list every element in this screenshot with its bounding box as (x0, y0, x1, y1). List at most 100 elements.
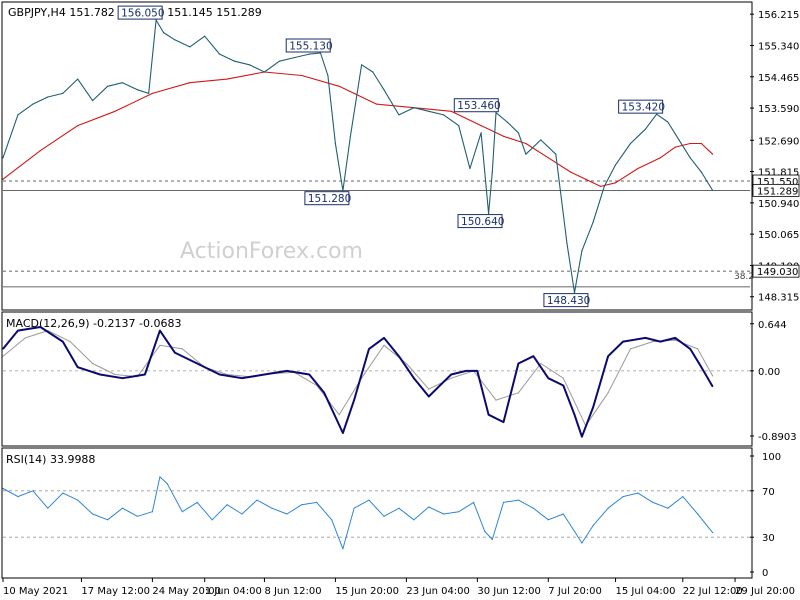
price-point (174, 39, 176, 41)
price-point (308, 53, 310, 55)
moving-average-point (301, 74, 303, 77)
macd-y-tick-label: 0.00 (758, 367, 780, 378)
rsi-point (107, 519, 109, 521)
price-point (17, 114, 19, 116)
price-point (667, 121, 669, 123)
macd-main-point (476, 370, 478, 372)
macd-main-point (398, 355, 400, 357)
macd-signal-point (495, 399, 497, 401)
moving-average-point (77, 125, 79, 127)
price-point (136, 89, 139, 91)
price-point (47, 96, 49, 98)
macd-signal-point (24, 337, 26, 339)
macd-signal-point (114, 373, 116, 376)
price-level-badge-label: 151.289 (757, 186, 798, 197)
rsi-point (667, 507, 669, 509)
macd-main-point (547, 377, 549, 379)
time-tick-label: 7 Jul 20:00 (548, 586, 602, 597)
price-point (278, 60, 280, 62)
macd-signal-point (450, 377, 452, 379)
rsi-point (136, 515, 139, 517)
macd-signal-point (181, 348, 183, 350)
macd-main-point (517, 362, 520, 365)
macd-signal-point (540, 362, 542, 365)
price-point (219, 53, 221, 55)
price-y-tick-label: 150.065 (758, 230, 799, 241)
macd-signal-point (383, 344, 385, 346)
macd-signal-point (712, 375, 714, 377)
rsi-point (607, 507, 609, 509)
price-annotation-label: 155.130 (289, 40, 332, 52)
rsi-point (211, 519, 213, 521)
rsi-point (62, 492, 64, 494)
time-tick-label: 1 Jun 04:00 (205, 586, 262, 597)
macd-signal-point (92, 362, 94, 365)
moving-average-point (353, 92, 355, 94)
price-point (656, 113, 658, 115)
time-tick-label: 15 Jul 04:00 (616, 586, 676, 597)
macd-main-point (323, 392, 325, 394)
price-point (398, 114, 400, 116)
price-point (319, 52, 322, 54)
fib-level-note: 38.2 (734, 272, 754, 282)
rsi-point (316, 501, 318, 503)
rsi-point (383, 515, 385, 517)
price-point (413, 107, 415, 109)
macd-panel: MACD(12,26,9) -0.2137 -0.0683 0.6440.00-… (1, 311, 797, 447)
rsi-point (196, 501, 198, 503)
macd-main-point (353, 399, 355, 401)
rsi-point (473, 501, 475, 503)
moving-average-point (450, 110, 452, 112)
macd-signal-point (652, 341, 654, 343)
price-annotation-label: 150.640 (461, 216, 504, 228)
price-point (293, 57, 295, 59)
rsi-point (581, 542, 583, 544)
price-point (581, 250, 583, 252)
macd-signal-point (607, 392, 609, 394)
rsi-panel-frame (1, 447, 753, 579)
price-point (361, 64, 363, 66)
rsi-point (17, 496, 19, 498)
price-panel-frame (1, 1, 753, 311)
price-point (428, 110, 430, 112)
macd-y-tick-label: 0.644 (758, 320, 787, 331)
price-point (204, 35, 206, 37)
macd-main-point (144, 373, 146, 376)
rsi-point (622, 496, 624, 498)
rsi-point (2, 487, 4, 490)
macd-main-point (368, 348, 370, 350)
rsi-point (652, 501, 654, 503)
rsi-point (398, 507, 400, 509)
rsi-title: RSI(14) 33.9988 (6, 453, 95, 466)
price-point (2, 157, 4, 159)
macd-main-point (159, 330, 161, 332)
price-y-tick-label: 152.690 (758, 136, 799, 147)
macd-signal-point (338, 414, 340, 416)
price-point (517, 132, 520, 134)
gbpjpy-chart: GBPJPY,H4 151.782 151.782 151.145 151.28… (0, 0, 800, 600)
rsi-point (484, 530, 486, 533)
macd-main-point (674, 337, 676, 339)
price-point (443, 114, 445, 116)
price-point (327, 74, 329, 77)
macd-main-point (465, 370, 467, 372)
moving-average-point (637, 167, 639, 170)
moving-average-point (614, 182, 617, 184)
moving-average-point (114, 110, 116, 112)
rsi-point (502, 501, 505, 503)
macd-main-point (196, 362, 198, 365)
macd-signal-point (697, 348, 699, 350)
macd-main-point (383, 337, 385, 339)
rsi-point (532, 507, 535, 509)
macd-main-point (428, 395, 430, 398)
macd-y-tick-label: -0.8903 (758, 432, 797, 443)
moving-average-point (712, 153, 714, 155)
moving-average-point (525, 142, 527, 145)
price-point (248, 64, 251, 66)
rsi-point (32, 490, 34, 492)
price-point (712, 189, 714, 191)
price-point (383, 89, 385, 91)
price-point (469, 167, 471, 170)
rsi-point (181, 511, 183, 513)
macd-main-point (17, 330, 19, 332)
